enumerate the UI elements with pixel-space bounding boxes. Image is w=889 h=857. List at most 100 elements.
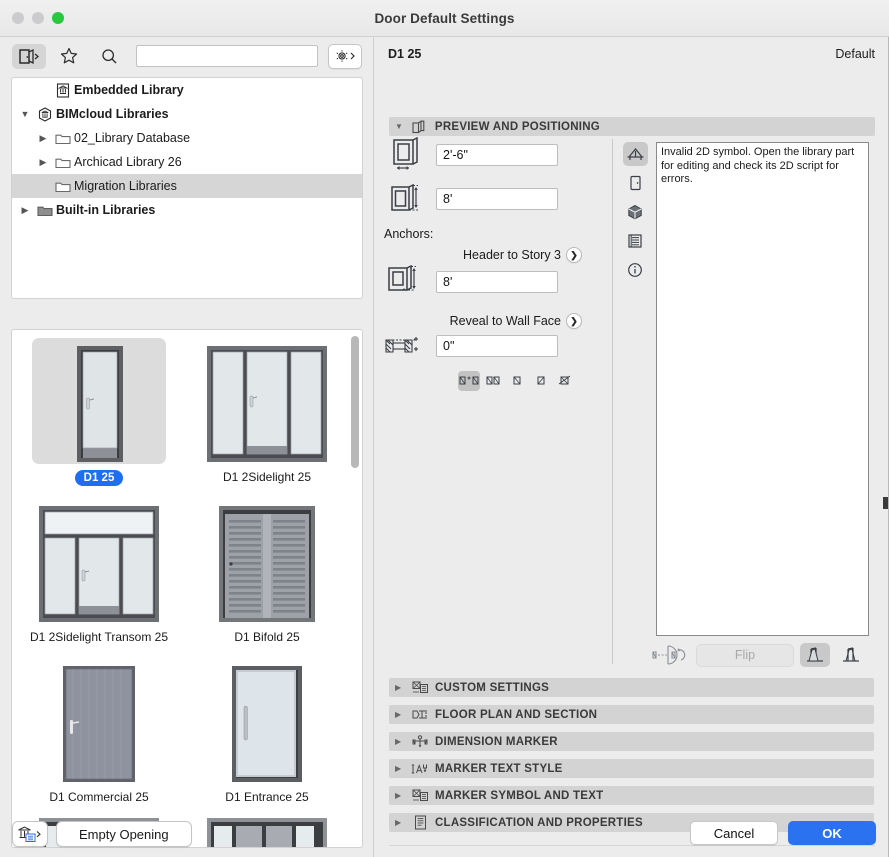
flip-button[interactable]: Flip — [696, 643, 794, 667]
tree-item-archicad-library-26[interactable]: ▶ Archicad Library 26 — [12, 150, 362, 174]
library-toolbar — [0, 37, 374, 75]
search-input[interactable] — [136, 45, 318, 67]
disclosure-triangle-collapsed-icon[interactable]: ▶ — [395, 764, 405, 773]
tree-item-embedded-library[interactable]: Embedded Library — [12, 78, 362, 102]
section-header-marker-symbol-and-text[interactable]: ▶ MARKER SYMBOL AND TEXT — [389, 786, 874, 805]
header-anchor-row — [374, 265, 612, 299]
thumbnail-item[interactable]: D1 2Sidelight 25 — [184, 334, 350, 494]
tree-item-02-library-database[interactable]: ▶ 02_Library Database — [12, 126, 362, 150]
dialog-separator — [389, 845, 875, 846]
reveal-input[interactable] — [436, 335, 558, 357]
mirror-door-icon[interactable] — [650, 644, 690, 666]
marker-symbol-text-icon — [410, 789, 430, 803]
tree-item-bimcloud-libraries[interactable]: ▼ BIMcloud Libraries — [12, 102, 362, 126]
embedded-library-icon — [52, 82, 74, 98]
preview-positioning-icon — [409, 119, 429, 134]
library-bottom-bar: Empty Opening — [0, 811, 374, 857]
preview-footer-controls: Flip — [650, 642, 885, 668]
ok-button[interactable]: OK — [788, 821, 876, 845]
thumbnail-item[interactable]: D1 Entrance 25 — [184, 654, 350, 814]
window-title: Door Default Settings — [374, 10, 515, 26]
chevron-right-icon[interactable]: ❯ — [566, 247, 582, 263]
tree-item-label: 02_Library Database — [74, 131, 191, 145]
tree-item-label: Archicad Library 26 — [74, 155, 182, 169]
elevation-view-icon[interactable] — [622, 142, 648, 166]
reveal-mode-3-icon[interactable] — [506, 371, 528, 391]
section-header-marker-text-style[interactable]: ▶ MARKER TEXT STYLE — [389, 759, 874, 778]
thumbnail-label: D1 Bifold 25 — [234, 630, 300, 644]
tree-item-migration-libraries[interactable]: Migration Libraries — [12, 174, 362, 198]
section-header-floor-plan-and-section[interactable]: ▶ FLOOR PLAN AND SECTION — [389, 705, 874, 724]
tree-item-label: Migration Libraries — [74, 179, 177, 193]
gear-chevron-icon[interactable] — [328, 43, 362, 69]
thumbnail-item[interactable]: D1 Commercial 25 — [16, 654, 182, 814]
disclosure-triangle-expanded-icon[interactable]: ▼ — [395, 122, 403, 131]
thumbnail-scrollbar[interactable] — [351, 334, 359, 844]
thumbnail-image — [32, 338, 166, 464]
twisty-expanded[interactable]: ▼ — [16, 109, 34, 119]
thumbnail-label: D1 25 — [74, 470, 124, 486]
section-header-dimension-marker[interactable]: ▶ DIMENSION MARKER — [389, 732, 874, 751]
thumbnail-label: D1 Commercial 25 — [49, 790, 149, 804]
disclosure-triangle-collapsed-icon[interactable]: ▶ — [395, 710, 405, 719]
twisty-collapsed[interactable]: ▶ — [34, 133, 52, 144]
door-browse-icon[interactable] — [12, 43, 46, 69]
empty-opening-button[interactable]: Empty Opening — [56, 821, 192, 847]
door-swing-left-icon[interactable] — [800, 643, 830, 667]
library-object-icon[interactable] — [12, 821, 48, 847]
door-swing-right-icon[interactable] — [836, 643, 866, 667]
disclosure-triangle-collapsed-icon[interactable]: ▶ — [395, 818, 405, 827]
door-width-input[interactable] — [436, 144, 558, 166]
cancel-button[interactable]: Cancel — [690, 821, 778, 845]
disclosure-triangle-collapsed-icon[interactable]: ▶ — [395, 683, 405, 692]
object-default-label: Default — [835, 47, 875, 61]
classification-properties-icon — [410, 815, 430, 830]
twisty-collapsed-3[interactable]: ▶ — [16, 205, 34, 216]
section-header-custom-settings[interactable]: ▶ CUSTOM SETTINGS — [389, 678, 874, 697]
disclosure-triangle-collapsed-icon[interactable]: ▶ — [395, 791, 405, 800]
tree-item-label: Built-in Libraries — [56, 203, 156, 217]
reveal-mode-buttons — [458, 371, 612, 391]
floor-plan-section-icon — [410, 708, 430, 721]
preview-area: Invalid 2D symbol. Open the library part… — [620, 137, 885, 667]
floor-plan-view-icon[interactable] — [623, 171, 648, 195]
preview-canvas[interactable]: Invalid 2D symbol. Open the library part… — [656, 142, 869, 636]
door-height-input[interactable] — [436, 188, 558, 210]
anchors-label: Anchors: — [384, 227, 434, 241]
library-thumbnail-grid[interactable]: D1 25 D1 2Sidelight 25 D1 2Sidelight Tra… — [11, 329, 363, 848]
door-height-icon — [374, 183, 436, 215]
tree-item-built-in-libraries[interactable]: ▶ Built-in Libraries — [12, 198, 362, 222]
header-anchor-popup[interactable]: Header to Story 3 ❯ — [374, 247, 582, 263]
thumbnail-item[interactable]: D1 Bifold 25 — [184, 494, 350, 654]
reveal-row — [374, 331, 612, 361]
chevron-right-icon[interactable]: ❯ — [566, 313, 582, 329]
magnifier-icon[interactable] — [92, 44, 126, 69]
list-view-icon[interactable] — [623, 229, 648, 253]
window-titlebar: Door Default Settings — [0, 0, 889, 37]
reveal-mode-5-icon[interactable] — [554, 371, 576, 391]
thumbnail-image — [200, 498, 334, 624]
scrollbar-thumb[interactable] — [351, 336, 359, 468]
thumbnail-label: D1 2Sidelight Transom 25 — [29, 630, 169, 644]
reveal-popup[interactable]: Reveal to Wall Face ❯ — [374, 313, 582, 329]
info-view-icon[interactable] — [623, 258, 648, 282]
library-tree[interactable]: Embedded Library ▼ BIMcloud Libraries ▶ — [11, 77, 363, 299]
reveal-mode-2-icon[interactable] — [482, 371, 504, 391]
thumbnail-image — [32, 658, 166, 784]
preview-tool-buttons — [620, 142, 650, 282]
star-icon[interactable] — [52, 44, 86, 69]
3d-view-icon[interactable] — [623, 200, 648, 224]
object-name: D1 25 — [388, 47, 422, 61]
header-anchor-input[interactable] — [436, 271, 558, 293]
thumbnail-item[interactable]: D1 25 — [16, 334, 182, 494]
disclosure-triangle-collapsed-icon[interactable]: ▶ — [395, 737, 405, 746]
thumbnail-item[interactable]: D1 2Sidelight Transom 25 — [16, 494, 182, 654]
door-default-settings-window: Door Default Settings Embedded Library ▼… — [0, 0, 889, 857]
dialog-buttons: Cancel OK — [690, 821, 876, 845]
settings-panel: D1 25 Default ▼ PREVIEW AND POSITIONING — [374, 37, 889, 857]
reveal-mode-4-icon[interactable] — [530, 371, 552, 391]
twisty-collapsed-2[interactable]: ▶ — [34, 157, 52, 168]
reveal-mode-1-icon[interactable] — [458, 371, 480, 391]
library-browser-panel: Embedded Library ▼ BIMcloud Libraries ▶ — [0, 37, 374, 857]
section-header-preview-and-positioning[interactable]: ▼ PREVIEW AND POSITIONING — [389, 117, 875, 136]
